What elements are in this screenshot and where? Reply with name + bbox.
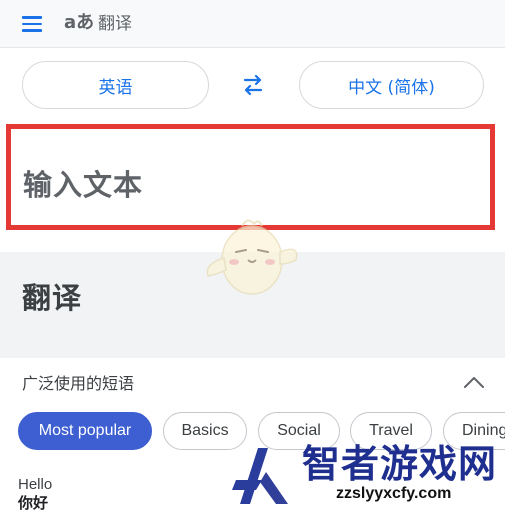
output-label: 翻译 [22, 281, 83, 315]
mascot-watermark-icon [206, 219, 298, 295]
app-header: aあ 翻译 [0, 0, 505, 48]
list-item[interactable]: Hello 你好 [18, 476, 218, 511]
chip-most-popular[interactable]: Most popular [18, 412, 152, 450]
menu-icon[interactable] [22, 15, 44, 33]
chevron-up-icon[interactable] [462, 374, 486, 390]
watermark-url: zzslyyxcfy.com [336, 485, 452, 502]
language-bar: 英语 中文 (简体) [0, 48, 505, 120]
site-logo-icon [232, 448, 288, 504]
common-phrases-header: 广泛使用的短语 [0, 362, 505, 406]
target-language-button[interactable]: 中文 (简体) [299, 61, 484, 109]
phrases-title: 广泛使用的短语 [22, 374, 135, 393]
app-title: 翻译 [98, 14, 132, 34]
source-language-button[interactable]: 英语 [22, 61, 209, 109]
swap-arrows-icon[interactable] [240, 72, 266, 98]
site-watermark: 智者游戏网 zzslyyxcfy.com [228, 440, 505, 511]
translate-logo-icon: aあ [64, 12, 95, 33]
input-placeholder: 输入文本 [23, 168, 144, 202]
phrase-source: Hello [18, 476, 53, 493]
phrase-translation: 你好 [18, 494, 49, 511]
watermark-title: 智者游戏网 [302, 442, 498, 486]
